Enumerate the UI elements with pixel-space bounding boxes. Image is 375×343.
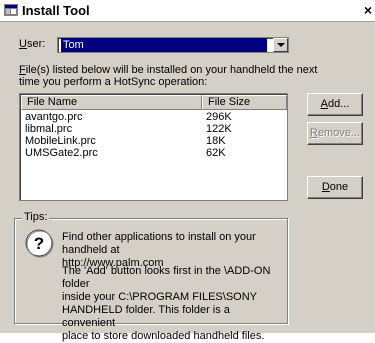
tip-line: inside your C:\PROGRAM FILES\SONY: [62, 291, 257, 303]
remove-mnemonic: R: [309, 127, 318, 139]
file-name: UMSGate2.prc: [25, 147, 98, 159]
done-mnemonic: D: [321, 181, 330, 193]
file-name: MobileLink.prc: [25, 135, 96, 147]
tips-title: Tips:: [22, 211, 50, 223]
add-button[interactable]: Add...: [307, 93, 363, 116]
user-label: User:: [19, 38, 45, 50]
remove-label: emove...: [317, 127, 361, 139]
file-size: 18K: [206, 135, 226, 147]
app-icon: [4, 4, 18, 16]
user-select[interactable]: Tom: [57, 37, 289, 53]
file-size: 296K: [206, 111, 232, 123]
tip-line: place to store downloaded handheld files…: [62, 330, 265, 342]
title-bar[interactable]: Install Tool ×: [0, 0, 375, 22]
tip-line: Find other applications to install on yo…: [62, 231, 256, 256]
file-name: libmal.prc: [25, 123, 73, 135]
user-select-value: Tom: [61, 38, 267, 52]
done-button[interactable]: Done: [307, 176, 363, 199]
instructions-line2: time you perform a HotSync operation:: [19, 76, 208, 88]
add-mnemonic: A: [320, 98, 328, 110]
tip-paragraph-2: The 'Add' button looks first in the \ADD…: [62, 265, 286, 343]
instructions-line1-text: ile(s) listed below will be installed on…: [25, 64, 318, 76]
column-header-file-name[interactable]: File Name: [21, 95, 202, 110]
user-label-rest: ser:: [26, 38, 46, 50]
svg-text:?: ?: [34, 234, 44, 253]
tip-line: HANDHELD folder. This folder is a conven…: [62, 304, 230, 329]
file-size: 122K: [206, 123, 232, 135]
instructions-line1: File(s) listed below will be installed o…: [19, 64, 317, 76]
user-label-mnemonic: U: [19, 38, 27, 50]
file-list[interactable]: File Name File Size avantgo.prc 296K lib…: [19, 93, 288, 201]
instructions-mnemonic: F: [19, 64, 26, 76]
tip-line: The 'Add' button looks first in the \ADD…: [62, 265, 271, 290]
question-mark-icon: ?: [25, 229, 54, 258]
done-label: one: [329, 181, 349, 193]
close-icon[interactable]: ×: [361, 2, 375, 18]
file-name: avantgo.prc: [25, 111, 83, 123]
file-size: 62K: [206, 147, 226, 159]
remove-button[interactable]: Remove...: [307, 122, 363, 145]
dropdown-button[interactable]: [273, 38, 288, 52]
chevron-down-icon: [277, 43, 285, 47]
column-header-file-size[interactable]: File Size: [202, 95, 287, 110]
install-tool-dialog: Install Tool × User: Tom File(s) listed …: [0, 0, 375, 342]
window-title: Install Tool: [22, 3, 90, 18]
add-label: dd...: [327, 98, 350, 110]
